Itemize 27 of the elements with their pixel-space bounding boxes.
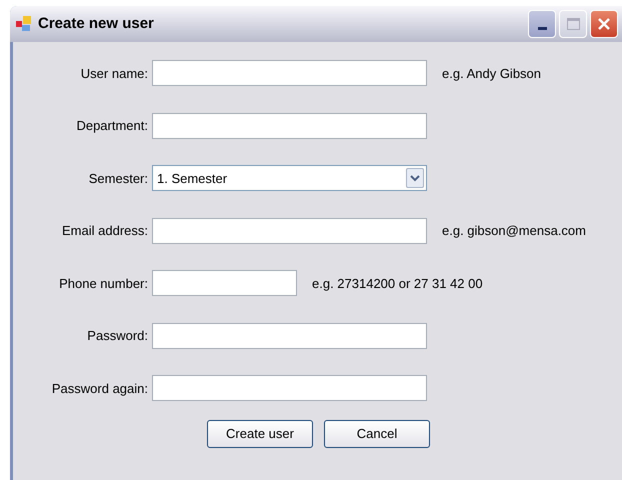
text-field[interactable] [152, 60, 427, 86]
hint-text: e.g. 27314200 or 27 31 42 00 [312, 274, 483, 293]
field-label: Department: [76, 117, 148, 135]
cancel-button[interactable]: Cancel [324, 420, 430, 448]
close-icon [597, 17, 611, 31]
text-field[interactable] [152, 375, 427, 402]
maximize-icon [566, 18, 580, 30]
field-label: Password again: [52, 380, 148, 398]
app-icon [16, 16, 32, 32]
minimize-icon [538, 27, 546, 30]
create-button[interactable]: Create user [207, 420, 313, 448]
field-label: Phone number: [59, 274, 148, 292]
text-field[interactable] [152, 270, 297, 296]
text-field[interactable] [152, 218, 427, 244]
field-label: Semester: [88, 170, 148, 188]
close-button[interactable] [590, 10, 618, 38]
caret-icon [406, 168, 424, 188]
field-label: Password: [87, 327, 148, 345]
window-title: Create new user [38, 14, 154, 34]
hint-text: e.g. Andy Gibson [442, 64, 542, 83]
dropdown-field[interactable]: 1. Semester [152, 165, 427, 192]
minimize-button[interactable] [528, 10, 556, 38]
text-field[interactable] [152, 322, 427, 349]
text-field[interactable] [152, 112, 427, 139]
field-label: Email address: [62, 222, 148, 240]
field-label: User name: [80, 64, 148, 82]
hint-text: e.g. gibson@mensa.com [442, 222, 586, 240]
